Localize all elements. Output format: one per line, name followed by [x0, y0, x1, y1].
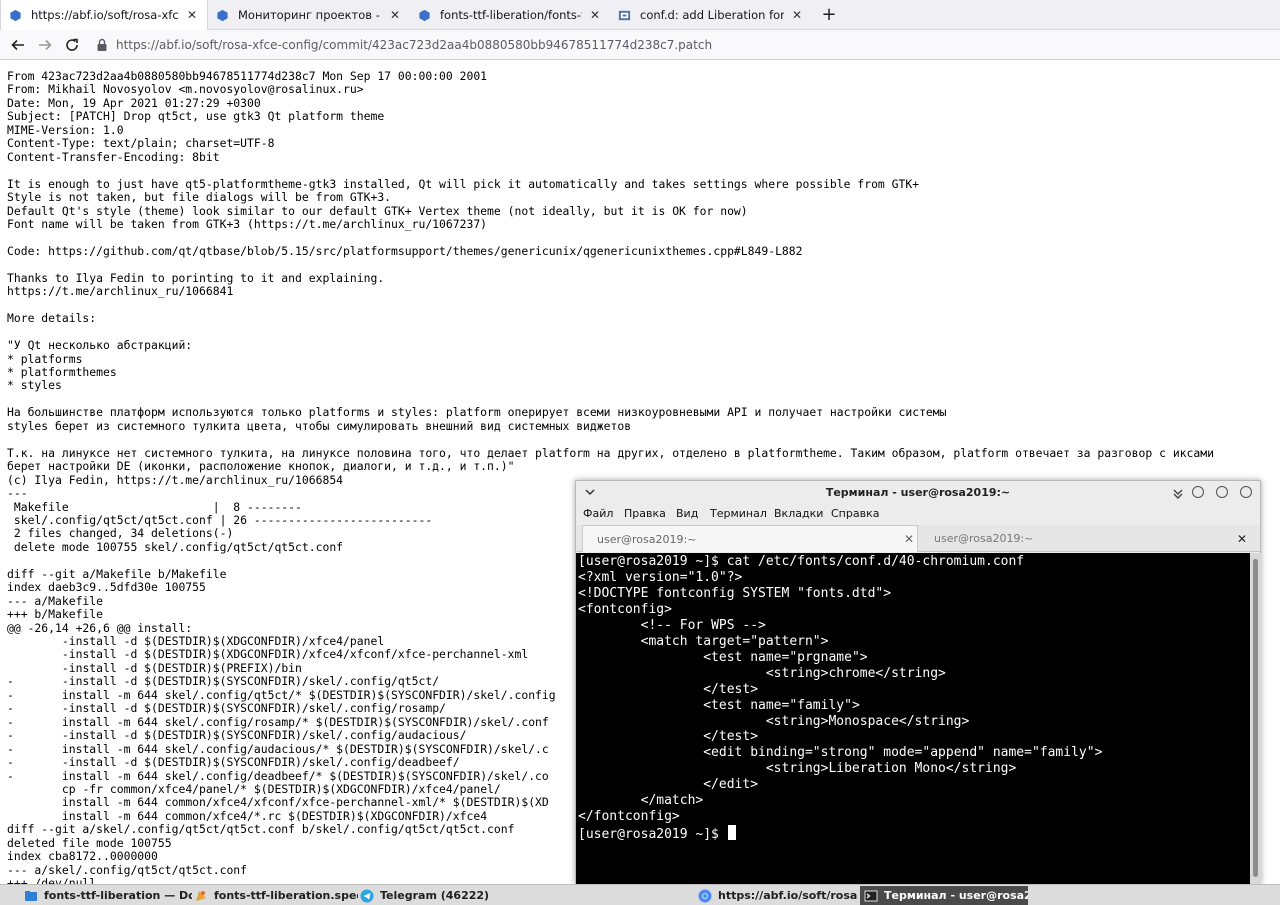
shade-window-icon[interactable]	[1172, 487, 1184, 499]
address-bar[interactable]: https://abf.io/soft/rosa-xfce-config/com…	[96, 33, 1272, 57]
taskbar-item-label: fonts-ttf-liberation.spec - ...	[214, 889, 358, 902]
browser-tab-title: conf.d: add Liberation fonts? (#	[640, 8, 784, 22]
dolphin-icon	[25, 890, 37, 901]
terminal-output: [user@rosa2019 ~]$ cat /etc/fonts/conf.d…	[578, 554, 1102, 843]
abf-favicon-icon	[10, 9, 21, 21]
close-tab-icon[interactable]: ✕	[790, 8, 804, 22]
close-tab-icon[interactable]: ✕	[185, 8, 199, 22]
menu-help[interactable]: Справка	[831, 507, 879, 520]
taskbar-item-label: fonts-ttf-liberation — Dol...	[44, 889, 192, 902]
taskbar-item-kate[interactable]: fonts-ttf-liberation.spec - ...	[190, 886, 358, 905]
terminal-tab-1[interactable]: user@rosa2019:~ ✕	[582, 525, 918, 552]
browser-tab-monitoring[interactable]: Мониторинг проектов - ABF ✕	[208, 0, 410, 30]
menu-terminal[interactable]: Терминал	[710, 507, 767, 520]
close-tab-icon[interactable]: ✕	[588, 8, 602, 22]
terminal-window: Терминал - user@rosa2019:~ Файл Правка В…	[575, 480, 1261, 884]
terminal-title: Терминал - user@rosa2019:~	[825, 486, 1011, 499]
telegram-icon	[360, 889, 374, 902]
close-tab-icon[interactable]: ✕	[901, 532, 917, 546]
menu-file[interactable]: Файл	[583, 507, 613, 520]
browser-tab-strip: https://abf.io/soft/rosa-xfce-con ✕ Мони…	[0, 0, 1280, 30]
terminal-scrollbar[interactable]	[1250, 553, 1261, 884]
browser-tab-fonts-liberation[interactable]: fonts-ttf-liberation/fonts-ttf-liberat ✕	[410, 0, 610, 30]
minimize-window-button[interactable]	[1192, 486, 1204, 498]
terminal-titlebar[interactable]: Терминал - user@rosa2019:~	[576, 481, 1260, 504]
terminal-prompt: [user@rosa2019 ~]$	[578, 827, 727, 843]
terminal-screen[interactable]: [user@rosa2019 ~]$ cat /etc/fonts/conf.d…	[576, 553, 1250, 884]
taskbar-item-label: Терминал - user@rosa20...	[884, 889, 1028, 902]
forward-button[interactable]	[35, 35, 55, 55]
scrollbar-thumb[interactable]	[1253, 559, 1258, 877]
menu-tabs[interactable]: Вкладки	[774, 507, 823, 520]
terminal-output-text: [user@rosa2019 ~]$ cat /etc/fonts/conf.d…	[578, 554, 1103, 825]
reload-icon	[66, 38, 78, 51]
browser-nav-bar: https://abf.io/soft/rosa-xfce-config/com…	[0, 30, 1280, 60]
terminal-cursor	[727, 825, 736, 841]
menu-view[interactable]: Вид	[676, 507, 698, 520]
terminal-tab-bar: user@rosa2019:~ ✕ user@rosa2019:~ ✕	[576, 525, 1260, 552]
terminal-tab-label: user@rosa2019:~	[597, 532, 697, 546]
close-window-button[interactable]	[1240, 486, 1252, 498]
browser-tab-title: https://abf.io/soft/rosa-xfce-con	[31, 8, 179, 22]
kate-icon	[196, 890, 206, 901]
terminal-menubar: Файл Правка Вид Терминал Вкладки Справка	[576, 504, 1260, 524]
terminal-icon	[864, 890, 878, 901]
taskbar-item-terminal[interactable]: Терминал - user@rosa20...	[860, 886, 1028, 905]
taskbar-item-label: https://abf.io/soft/rosa-xf...	[718, 889, 858, 902]
back-arrow-icon	[11, 39, 24, 51]
lock-icon	[97, 38, 107, 51]
close-tab-icon[interactable]: ✕	[388, 8, 402, 22]
browser-tab-title: fonts-ttf-liberation/fonts-ttf-liberat	[440, 8, 582, 22]
chromium-icon	[698, 889, 712, 902]
abf-favicon-icon	[419, 9, 430, 21]
terminal-tab-2[interactable]: user@rosa2019:~ ✕	[920, 525, 1250, 552]
taskbar-item-dolphin[interactable]: fonts-ttf-liberation — Dol...	[20, 886, 192, 905]
menu-edit[interactable]: Правка	[624, 507, 666, 520]
gitlab-favicon-icon	[618, 10, 631, 20]
reload-button[interactable]	[62, 35, 82, 55]
browser-tab-abf-patch[interactable]: https://abf.io/soft/rosa-xfce-con ✕	[0, 0, 208, 30]
taskbar: fonts-ttf-liberation — Dol... fonts-ttf-…	[0, 884, 1280, 905]
browser-tab-title: Мониторинг проектов - ABF	[238, 8, 382, 22]
back-button[interactable]	[8, 35, 28, 55]
forward-arrow-icon	[39, 39, 52, 51]
abf-favicon-icon	[217, 9, 228, 21]
browser-tab-conf-d[interactable]: conf.d: add Liberation fonts? (# ✕	[610, 0, 812, 30]
taskbar-item-label: Telegram (46222)	[380, 889, 490, 902]
close-tab-icon[interactable]: ✕	[1234, 532, 1250, 546]
url-text: https://abf.io/soft/rosa-xfce-config/com…	[116, 38, 713, 52]
terminal-tab-label: user@rosa2019:~	[934, 532, 1034, 545]
taskbar-item-chromium[interactable]: https://abf.io/soft/rosa-xf...	[694, 886, 858, 905]
maximize-window-button[interactable]	[1216, 486, 1228, 498]
new-tab-button[interactable]: +	[818, 4, 840, 26]
taskbar-item-telegram[interactable]: Telegram (46222)	[356, 886, 506, 905]
